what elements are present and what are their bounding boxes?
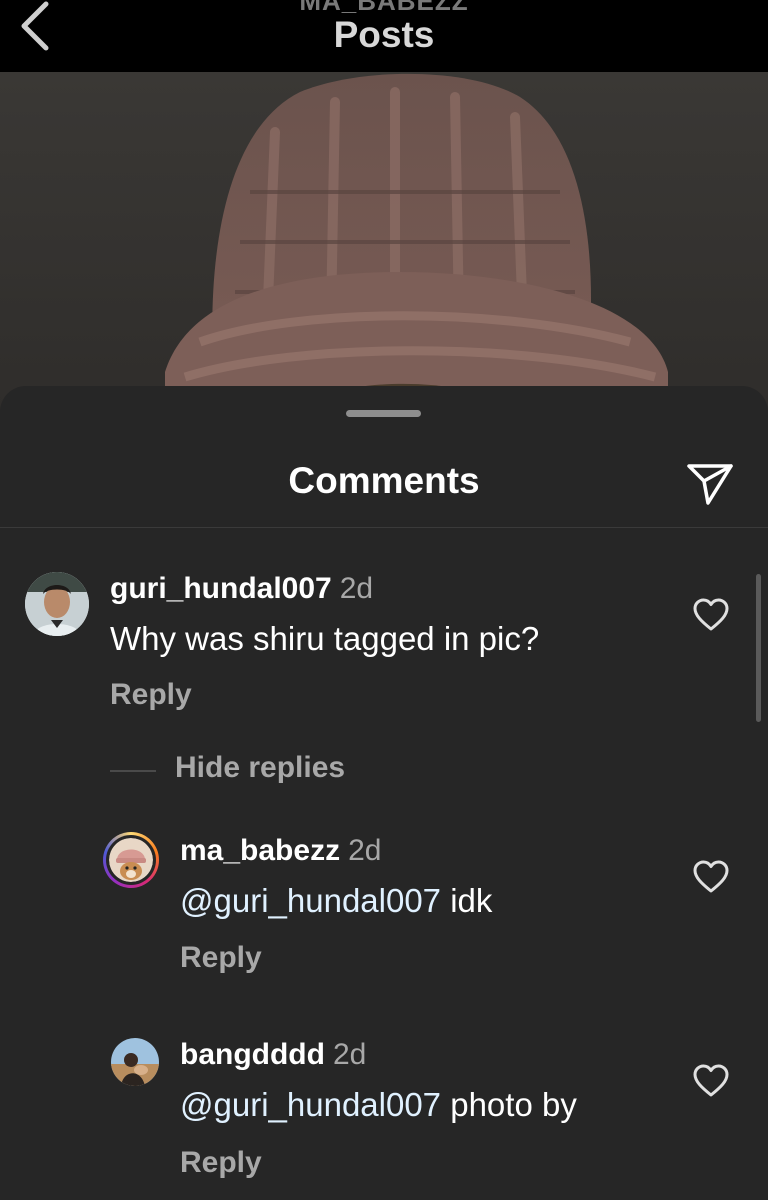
paper-plane-icon xyxy=(687,464,733,505)
username-text[interactable]: guri_hundal007 xyxy=(110,572,332,605)
like-button[interactable] xyxy=(693,860,729,894)
comments-sheet: Comments xyxy=(0,386,768,1200)
comment-time: 2d xyxy=(339,572,374,605)
heart-outline-icon xyxy=(693,860,729,893)
username-text[interactable]: ma_babezz xyxy=(180,834,340,867)
reply-time: 2d xyxy=(348,834,382,867)
sheet-divider xyxy=(0,527,768,528)
heart-outline-icon xyxy=(693,1064,729,1097)
post-photo xyxy=(0,72,768,412)
heart-outline-icon xyxy=(693,598,729,631)
page-title: Posts xyxy=(333,14,435,55)
hide-replies-button[interactable]: Hide replies xyxy=(175,751,345,785)
top-bar: MA_BABEZZ Posts xyxy=(0,0,768,72)
avatar[interactable] xyxy=(111,1038,159,1086)
reply-username[interactable]: ma_babezz 2d xyxy=(180,834,381,868)
avatar[interactable] xyxy=(25,572,89,636)
reply-username[interactable]: bangdddd 2d xyxy=(180,1038,366,1072)
sheet-grabber[interactable] xyxy=(346,410,421,417)
share-button[interactable] xyxy=(686,462,734,506)
avatar-with-story-ring[interactable] xyxy=(103,832,159,888)
mention-link[interactable]: @guri_hundal007 xyxy=(180,882,441,919)
reply-time: 2d xyxy=(332,1038,367,1071)
mention-link[interactable]: @guri_hundal007 xyxy=(180,1086,441,1123)
like-button[interactable] xyxy=(693,1064,729,1098)
reply-button[interactable]: Reply xyxy=(180,941,262,975)
comment-username[interactable]: guri_hundal007 2d xyxy=(110,572,373,606)
reply-button[interactable]: Reply xyxy=(180,1146,262,1180)
reply-button[interactable]: Reply xyxy=(110,678,192,712)
like-button[interactable] xyxy=(693,598,729,632)
sheet-title: Comments xyxy=(288,460,480,501)
username-text[interactable]: bangdddd xyxy=(180,1038,325,1071)
user-photo-icon xyxy=(111,1038,159,1086)
dog-in-hat-avatar-icon xyxy=(109,838,153,882)
scrollbar[interactable] xyxy=(756,574,761,722)
user-photo-icon xyxy=(25,572,89,636)
